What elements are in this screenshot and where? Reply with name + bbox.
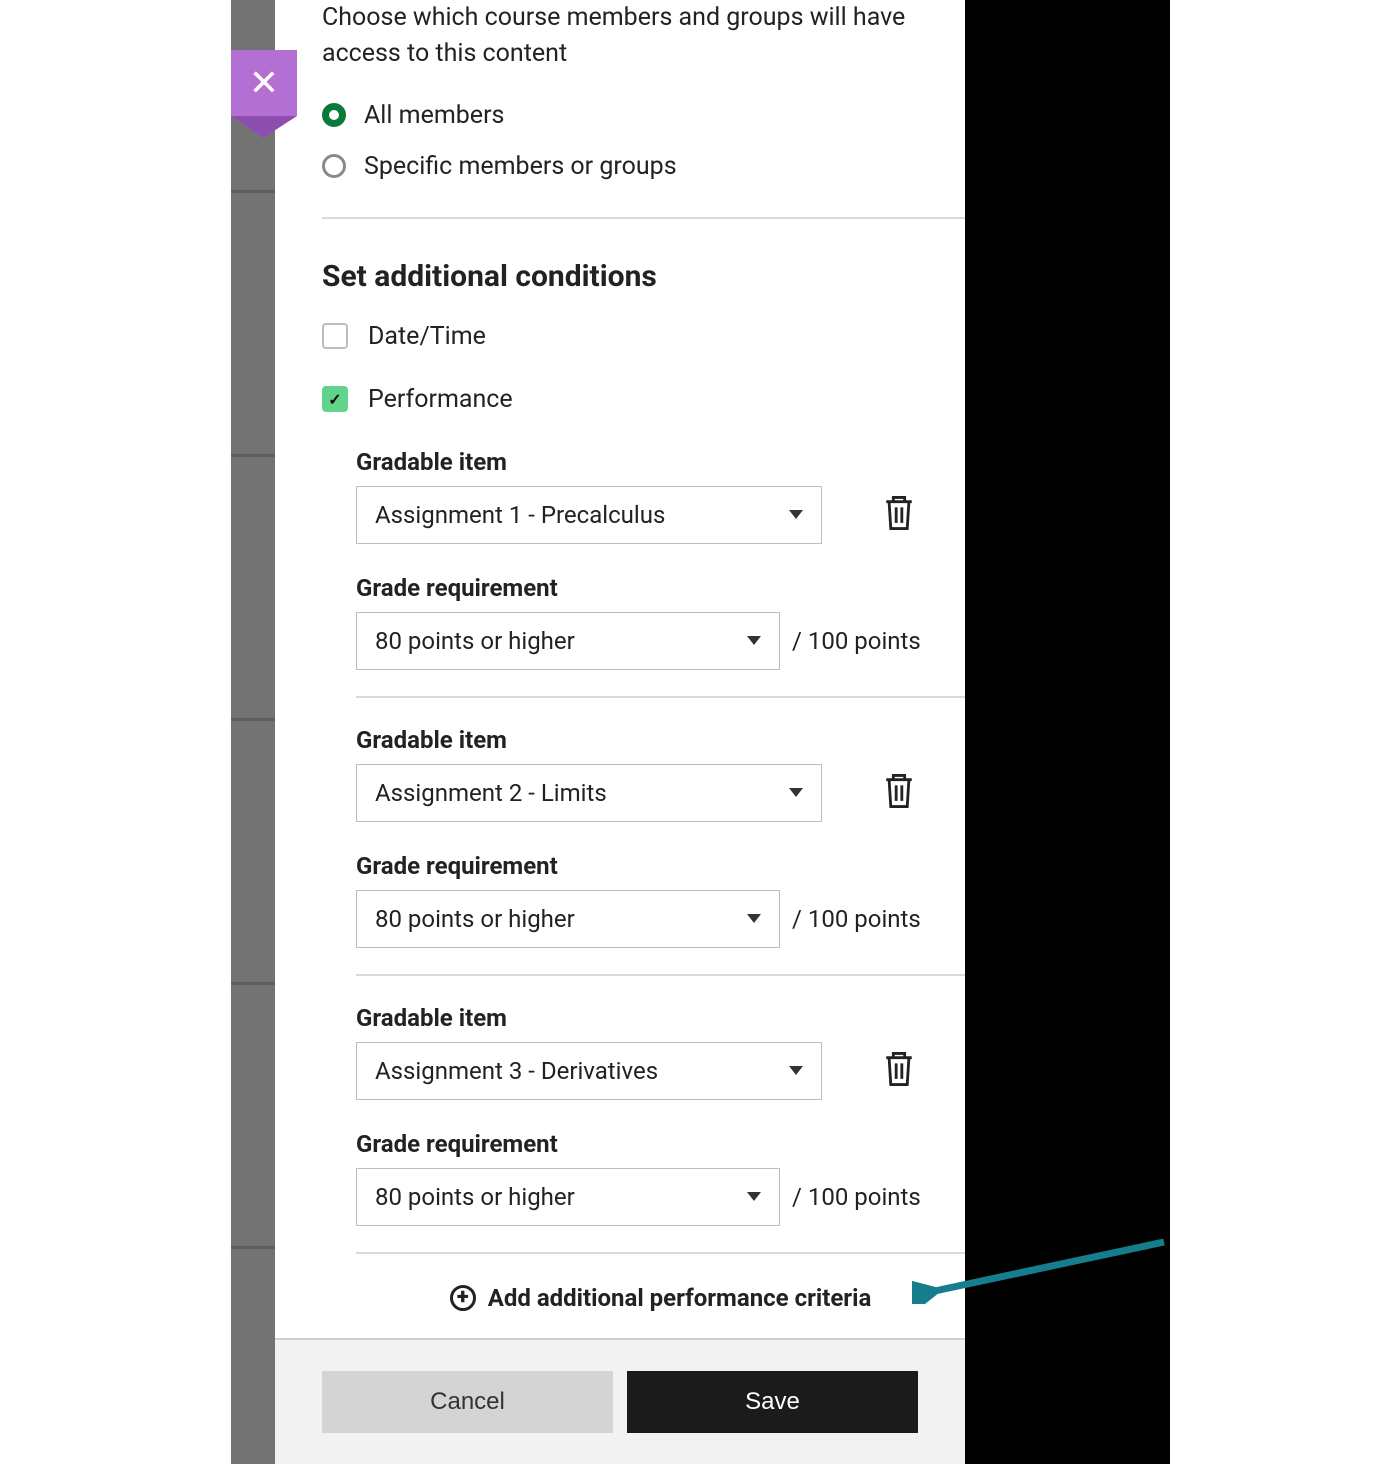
grade-requirement-label: Grade requirement xyxy=(356,852,965,880)
conditions-title: Set additional conditions xyxy=(322,259,965,294)
release-conditions-panel: Choose which course members and groups w… xyxy=(275,0,965,1338)
checkbox-unchecked-icon xyxy=(322,323,348,349)
select-value: Assignment 1 - Precalculus xyxy=(375,501,665,529)
ribbon-tail xyxy=(263,116,297,138)
backdrop-left-strip xyxy=(231,0,275,1464)
gradable-item-select[interactable]: Assignment 2 - Limits xyxy=(356,764,822,822)
grade-requirement-label: Grade requirement xyxy=(356,1130,965,1158)
gradable-item-label: Gradable item xyxy=(356,1004,965,1032)
trash-icon xyxy=(882,771,916,811)
divider xyxy=(356,1252,965,1254)
grade-requirement-select[interactable]: 80 points or higher xyxy=(356,612,780,670)
radio-label: All members xyxy=(364,101,504,130)
delete-criterion-button[interactable] xyxy=(882,1049,916,1093)
divider xyxy=(356,696,965,698)
select-value: Assignment 2 - Limits xyxy=(375,779,607,807)
performance-criterion: Gradable item Assignment 2 - Limits Grad… xyxy=(356,726,965,976)
checkbox-label: Performance xyxy=(368,385,513,414)
delete-criterion-button[interactable] xyxy=(882,493,916,537)
select-value: 80 points or higher xyxy=(375,905,575,933)
points-total: / 100 points xyxy=(792,627,921,655)
performance-criterion: Gradable item Assignment 3 - Derivatives… xyxy=(356,1004,965,1254)
select-value: Assignment 3 - Derivatives xyxy=(375,1057,658,1085)
select-value: 80 points or higher xyxy=(375,627,575,655)
gradable-item-label: Gradable item xyxy=(356,726,965,754)
add-performance-criteria-button[interactable]: + Add additional performance criteria xyxy=(356,1284,965,1312)
panel-footer: Cancel Save xyxy=(275,1338,965,1464)
cancel-button[interactable]: Cancel xyxy=(322,1371,613,1433)
radio-unselected-icon xyxy=(322,154,346,178)
chevron-down-icon xyxy=(747,1192,761,1201)
ribbon-tail xyxy=(231,116,263,138)
close-panel-button[interactable]: ✕ xyxy=(231,50,297,116)
chevron-down-icon xyxy=(789,1066,803,1075)
gradable-item-select[interactable]: Assignment 1 - Precalculus xyxy=(356,486,822,544)
radio-label: Specific members or groups xyxy=(364,152,677,181)
radio-selected-icon xyxy=(322,103,346,127)
grade-requirement-label: Grade requirement xyxy=(356,574,965,602)
divider xyxy=(356,974,965,976)
trash-icon xyxy=(882,493,916,533)
chevron-down-icon xyxy=(747,914,761,923)
delete-criterion-button[interactable] xyxy=(882,771,916,815)
close-icon: ✕ xyxy=(249,62,279,104)
select-value: 80 points or higher xyxy=(375,1183,575,1211)
access-description: Choose which course members and groups w… xyxy=(322,0,947,73)
plus-circle-icon: + xyxy=(450,1285,476,1311)
checkbox-performance[interactable]: ✓ Performance xyxy=(322,385,965,414)
gradable-item-label: Gradable item xyxy=(356,448,965,476)
chevron-down-icon xyxy=(789,510,803,519)
checkbox-checked-icon: ✓ xyxy=(322,386,348,412)
add-criteria-label: Add additional performance criteria xyxy=(488,1284,872,1312)
checkbox-label: Date/Time xyxy=(368,322,486,351)
points-total: / 100 points xyxy=(792,1183,921,1211)
grade-requirement-select[interactable]: 80 points or higher xyxy=(356,890,780,948)
save-button[interactable]: Save xyxy=(627,1371,918,1433)
gradable-item-select[interactable]: Assignment 3 - Derivatives xyxy=(356,1042,822,1100)
points-total: / 100 points xyxy=(792,905,921,933)
trash-icon xyxy=(882,1049,916,1089)
chevron-down-icon xyxy=(789,788,803,797)
radio-all-members[interactable]: All members xyxy=(322,101,965,130)
chevron-down-icon xyxy=(747,636,761,645)
checkbox-datetime[interactable]: Date/Time xyxy=(322,322,965,351)
performance-criterion: Gradable item Assignment 1 - Precalculus… xyxy=(356,448,965,698)
grade-requirement-select[interactable]: 80 points or higher xyxy=(356,1168,780,1226)
backdrop-right xyxy=(964,0,1170,1464)
radio-specific-members[interactable]: Specific members or groups xyxy=(322,152,965,181)
divider xyxy=(322,217,965,219)
